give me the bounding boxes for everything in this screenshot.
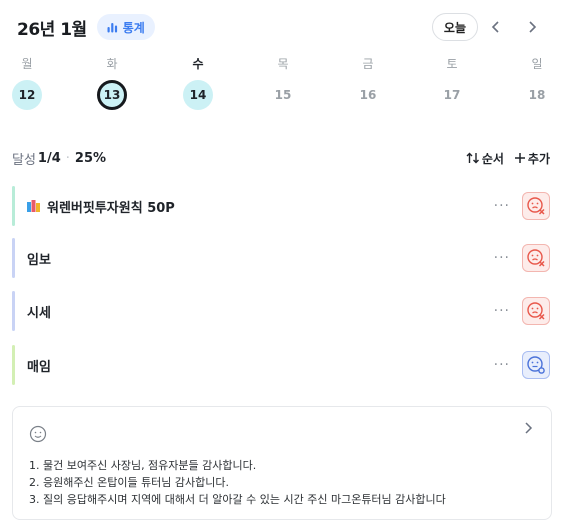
order-button[interactable]: 순서 bbox=[466, 150, 504, 167]
task-title: 매임 bbox=[27, 356, 51, 375]
calendar-header: 26년 1월 통계 오늘 bbox=[17, 12, 550, 42]
month-title: 26년 1월 bbox=[17, 19, 87, 40]
task-title-text: 매임 bbox=[27, 359, 51, 375]
sort-arrows-icon bbox=[466, 152, 479, 164]
task-row[interactable]: 시세 ··· bbox=[12, 291, 550, 331]
date-cell[interactable]: 14 bbox=[183, 80, 213, 110]
task-color-bar bbox=[12, 186, 15, 226]
neutral-face-circle-icon bbox=[527, 356, 545, 374]
status-pending-button[interactable] bbox=[522, 351, 550, 379]
add-button[interactable]: 추가 bbox=[514, 150, 550, 167]
weekday-label: 일 bbox=[531, 57, 543, 71]
day-sat[interactable]: 토 17 bbox=[432, 56, 472, 110]
task-title-text: 시세 bbox=[27, 305, 51, 321]
day-thu[interactable]: 목 15 bbox=[263, 56, 303, 110]
more-options-button[interactable]: ··· bbox=[494, 303, 510, 319]
chevron-right-icon[interactable] bbox=[523, 421, 533, 435]
today-button[interactable]: 오늘 bbox=[431, 13, 478, 41]
task-row[interactable]: 워렌버핏투자원칙 50P ··· bbox=[12, 186, 550, 226]
chevron-right-icon bbox=[529, 21, 537, 33]
achievement-label: 달성 bbox=[12, 152, 36, 168]
memo-line: 1. 물건 보여주신 사장님, 점유자분들 감사합니다. bbox=[29, 459, 257, 472]
weekday-label: 화 bbox=[106, 57, 118, 71]
next-week-button[interactable] bbox=[514, 13, 550, 41]
task-title-text: 워렌버핏투자원칙 50P bbox=[47, 200, 175, 216]
day-tue[interactable]: 화 13 bbox=[92, 56, 132, 110]
memo-card[interactable]: 1. 물건 보여주신 사장님, 점유자분들 감사합니다. 2. 응원해주신 온탑… bbox=[12, 406, 552, 520]
more-options-button[interactable]: ··· bbox=[494, 198, 510, 214]
date-cell-selected[interactable]: 13 bbox=[97, 80, 127, 110]
sad-face-x-icon bbox=[527, 302, 545, 320]
memo-line: 3. 질의 응답해주시며 지역에 대해서 더 알아갈 수 있는 시간 주신 마그… bbox=[29, 493, 446, 506]
weekday-label: 목 bbox=[277, 57, 289, 71]
day-mon[interactable]: 월 12 bbox=[7, 56, 47, 110]
books-icon bbox=[27, 200, 40, 212]
task-color-bar bbox=[12, 345, 15, 385]
weekday-label: 토 bbox=[446, 57, 458, 71]
stats-label: 통계 bbox=[122, 20, 145, 35]
task-title: 워렌버핏투자원칙 50P bbox=[27, 197, 175, 216]
date-cell[interactable]: 18 bbox=[522, 80, 552, 110]
prev-week-button[interactable] bbox=[478, 13, 514, 41]
day-sun[interactable]: 일 18 bbox=[517, 56, 557, 110]
achievement-summary: 달성 1/4 · 25% 순서 추가 bbox=[12, 148, 550, 168]
status-failed-button[interactable] bbox=[522, 192, 550, 220]
task-color-bar bbox=[12, 291, 15, 331]
day-fri[interactable]: 금 16 bbox=[348, 56, 388, 110]
separator-dot: · bbox=[65, 150, 70, 166]
task-color-bar bbox=[12, 238, 15, 278]
bar-chart-icon bbox=[107, 23, 117, 33]
memo-line: 2. 응원해주신 온탑이들 튜터님 감사합니다. bbox=[29, 476, 230, 489]
day-wed[interactable]: 수 14 bbox=[178, 56, 218, 110]
smile-face-icon bbox=[29, 425, 47, 443]
weekday-label: 수 bbox=[192, 57, 204, 71]
task-title: 시세 bbox=[27, 302, 51, 321]
more-options-button[interactable]: ··· bbox=[494, 250, 510, 266]
sad-face-x-icon bbox=[527, 197, 545, 215]
chevron-left-icon bbox=[491, 21, 499, 33]
task-row[interactable]: 매임 ··· bbox=[12, 345, 550, 385]
date-cell[interactable]: 16 bbox=[353, 80, 383, 110]
week-strip: 월 12 화 13 수 14 목 15 금 16 토 17 일 18 bbox=[0, 56, 562, 116]
task-title-text: 임보 bbox=[27, 252, 51, 268]
stats-button[interactable]: 통계 bbox=[96, 14, 155, 40]
more-options-button[interactable]: ··· bbox=[494, 357, 510, 373]
task-title: 임보 bbox=[27, 249, 51, 268]
status-failed-button[interactable] bbox=[522, 244, 550, 272]
task-row[interactable]: 임보 ··· bbox=[12, 238, 550, 278]
memo-text: 1. 물건 보여주신 사장님, 점유자분들 감사합니다. 2. 응원해주신 온탑… bbox=[29, 457, 446, 508]
date-cell[interactable]: 15 bbox=[268, 80, 298, 110]
status-failed-button[interactable] bbox=[522, 297, 550, 325]
order-label: 순서 bbox=[481, 151, 504, 166]
weekday-label: 월 bbox=[21, 57, 33, 71]
achievement-percent: 25% bbox=[74, 150, 107, 166]
date-cell[interactable]: 17 bbox=[437, 80, 467, 110]
add-label: 추가 bbox=[527, 151, 550, 166]
sad-face-x-icon bbox=[527, 249, 545, 267]
plus-icon bbox=[514, 153, 525, 163]
date-cell[interactable]: 12 bbox=[12, 80, 42, 110]
achievement-count: 1/4 bbox=[37, 150, 61, 166]
weekday-label: 금 bbox=[362, 57, 374, 71]
